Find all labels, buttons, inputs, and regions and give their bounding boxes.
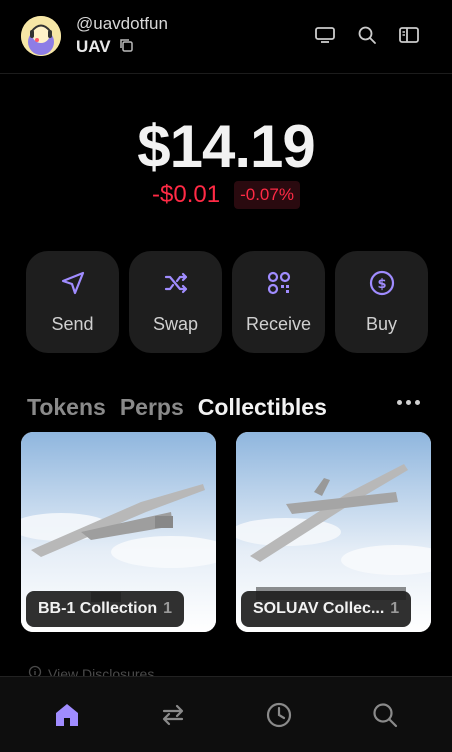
bottom-nav: [0, 676, 452, 752]
tab-collectibles[interactable]: Collectibles: [198, 394, 327, 421]
buy-label: Buy: [365, 314, 398, 334]
balance-amount: $14.19: [137, 113, 316, 180]
balance-change: -$0.01 -0.07%: [0, 181, 452, 209]
collectible-card-bb1[interactable]: BB-1 Collection 1: [21, 432, 216, 632]
change-percent-badge: -0.07%: [234, 181, 300, 209]
avatar[interactable]: [21, 16, 61, 56]
collection-label: BB-1 Collection 1: [26, 591, 185, 627]
change-absolute: -$0.01: [152, 181, 221, 208]
send-button[interactable]: Send: [26, 251, 119, 353]
copy-icon[interactable]: [119, 37, 133, 57]
swap-button[interactable]: Swap: [129, 251, 222, 353]
swap-icon: [162, 269, 190, 302]
dollar-icon: $: [368, 269, 396, 302]
account-handle[interactable]: @uavdotfun: [76, 14, 168, 34]
account-name: UAV: [76, 37, 111, 56]
collection-count: 1: [163, 600, 173, 617]
monitor-icon[interactable]: [314, 24, 336, 46]
svg-text:$: $: [377, 277, 386, 292]
home-icon[interactable]: [51, 699, 83, 731]
collection-label: SOLUAV Collec... 1: [241, 591, 412, 627]
asset-tabs: Tokens Perps Collectibles: [27, 394, 327, 421]
buy-button[interactable]: $ Buy: [335, 251, 428, 353]
send-label: Send: [51, 314, 94, 334]
search-icon[interactable]: [369, 699, 401, 731]
header: @uavdotfun UAV: [0, 0, 452, 74]
sidebar-icon[interactable]: [398, 24, 420, 46]
tab-perps[interactable]: Perps: [120, 394, 184, 421]
swap-arrows-icon[interactable]: [157, 699, 189, 731]
more-options-icon[interactable]: [397, 400, 420, 405]
search-icon[interactable]: [356, 24, 378, 46]
collection-name: BB-1 Collection: [38, 600, 158, 617]
account-name-row: UAV: [76, 37, 133, 57]
receive-button[interactable]: Receive: [232, 251, 325, 353]
avatar-icon: [21, 16, 61, 56]
swap-label: Swap: [152, 314, 199, 334]
send-icon: [59, 269, 87, 302]
history-icon[interactable]: [263, 699, 295, 731]
collectible-card-soluav[interactable]: SOLUAV Collec... 1: [236, 432, 431, 632]
receive-label: Receive: [245, 314, 312, 334]
qr-icon: [265, 269, 293, 302]
collection-count: 1: [390, 600, 400, 617]
collection-name: SOLUAV Collec...: [253, 600, 385, 617]
tab-tokens[interactable]: Tokens: [27, 394, 106, 421]
action-buttons: Send Swap Receive $ Buy: [26, 251, 428, 353]
